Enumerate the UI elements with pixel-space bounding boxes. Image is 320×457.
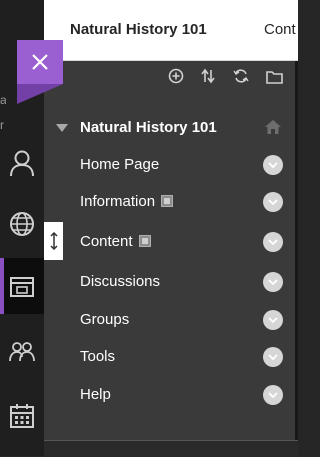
- reorder-icon: [201, 68, 215, 84]
- menu-item-label: Content: [80, 233, 133, 250]
- close-menu-button[interactable]: [17, 40, 63, 84]
- menu-item-label: Information: [80, 193, 156, 210]
- rail-courses-button[interactable]: [0, 258, 44, 314]
- add-menu-item-button[interactable]: [167, 67, 185, 85]
- chevron-down-icon[interactable]: [263, 385, 283, 405]
- menu-item-help[interactable]: Help: [80, 382, 294, 408]
- menu-item-label: Home Page: [80, 156, 160, 173]
- folder-view-button[interactable]: [265, 67, 283, 85]
- hidden-from-students-icon: [161, 195, 174, 207]
- refresh-icon: [233, 69, 249, 83]
- groups-icon: [9, 342, 35, 362]
- course-menu-header[interactable]: Natural History 101: [54, 118, 292, 140]
- menu-item-label: Discussions: [80, 273, 161, 290]
- calendar-icon: [10, 404, 34, 428]
- menu-item-label: Tools: [80, 348, 116, 365]
- menu-item-information[interactable]: Information: [80, 189, 294, 215]
- rail-institution-button[interactable]: [0, 196, 44, 252]
- rail-calendar-button[interactable]: [0, 388, 44, 444]
- menu-item-groups[interactable]: Groups: [80, 307, 294, 333]
- menu-item-home-page[interactable]: Home Page: [80, 152, 294, 178]
- home-icon[interactable]: [264, 119, 282, 140]
- courses-icon: [10, 277, 34, 297]
- folder-icon: [265, 70, 283, 84]
- menu-item-content[interactable]: Content: [80, 229, 294, 255]
- reorder-menu-button[interactable]: [199, 67, 217, 85]
- resize-drag-handle[interactable]: [44, 222, 63, 260]
- chevron-down-icon[interactable]: [263, 310, 283, 330]
- close-icon: [32, 54, 48, 70]
- menu-item-tools[interactable]: Tools: [80, 344, 294, 370]
- course-menu-title: Natural History 101: [80, 119, 217, 136]
- rail-edge-letter: r: [0, 118, 4, 132]
- user-icon: [10, 150, 34, 177]
- chevron-down-icon[interactable]: [263, 232, 283, 252]
- refresh-menu-button[interactable]: [232, 67, 250, 85]
- rail-groups-button[interactable]: [0, 325, 44, 381]
- collapse-arrow-icon[interactable]: [56, 124, 68, 132]
- rail-edge-letter: a: [0, 93, 6, 107]
- header-tab-partial[interactable]: Cont: [264, 21, 296, 38]
- close-tab-fold: [17, 84, 63, 104]
- add-icon: [168, 68, 184, 84]
- course-header: Natural History 101 Cont: [44, 0, 298, 61]
- hidden-from-students-icon: [138, 235, 151, 247]
- menu-item-label: Help: [80, 386, 111, 403]
- page-title: Natural History 101: [70, 21, 207, 38]
- chevron-down-icon[interactable]: [263, 192, 283, 212]
- rail-profile-button[interactable]: [0, 135, 44, 191]
- menu-footer: [44, 440, 298, 457]
- chevron-down-icon[interactable]: [263, 272, 283, 292]
- chevron-down-icon[interactable]: [263, 347, 283, 367]
- menu-item-discussions[interactable]: Discussions: [80, 269, 294, 295]
- globe-icon: [10, 212, 34, 236]
- chevron-down-icon[interactable]: [263, 155, 283, 175]
- menu-item-label: Groups: [80, 311, 130, 328]
- resize-vertical-icon: [49, 232, 58, 250]
